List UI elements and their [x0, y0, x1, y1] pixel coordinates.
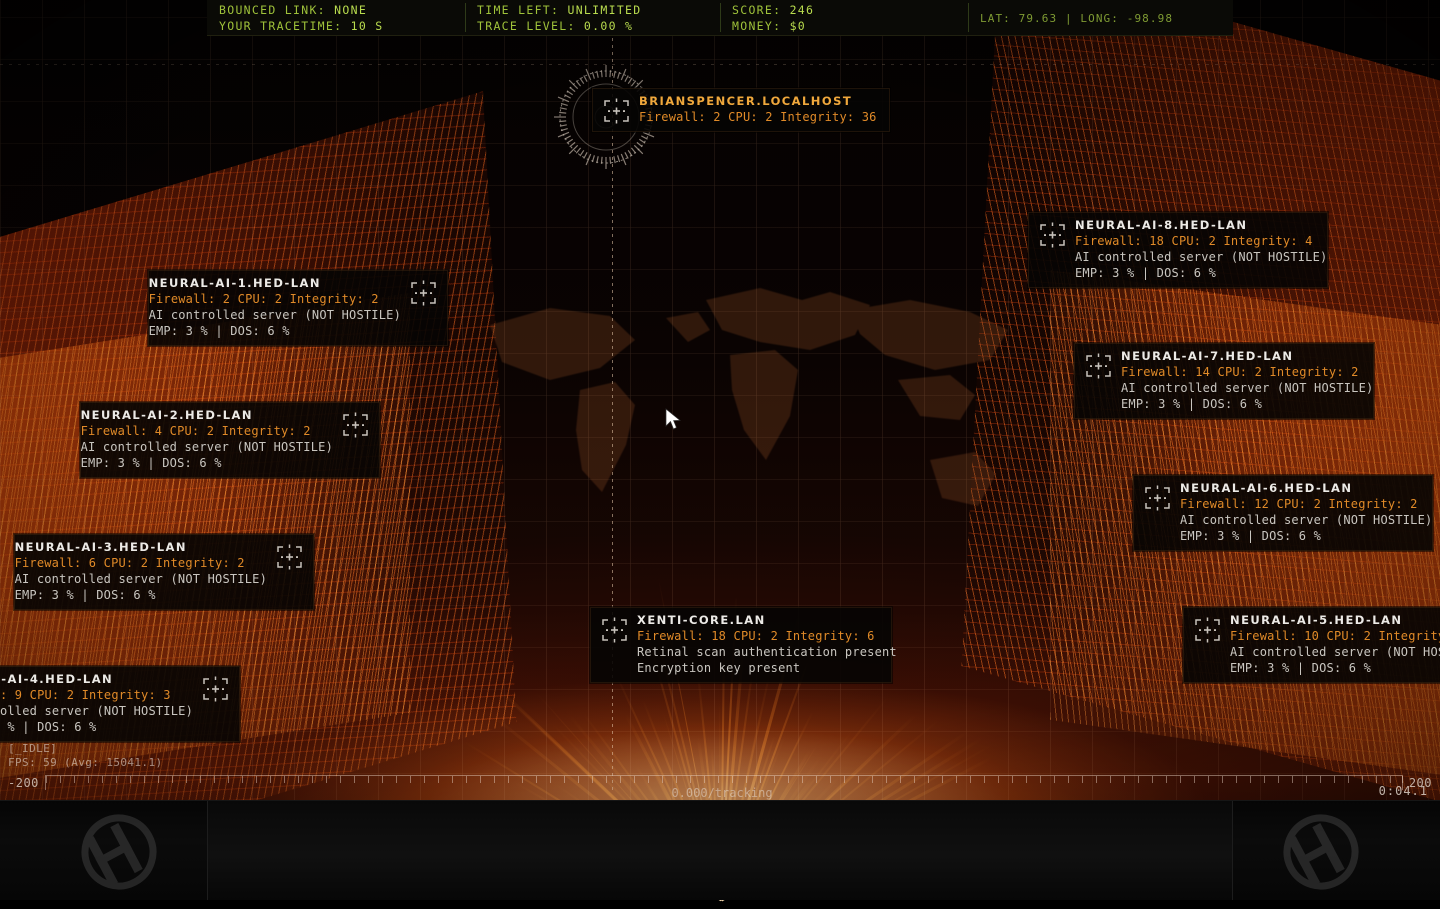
node-info: NEURAL-AI-8.HED-LANFirewall: 18 CPU: 2 I…	[1075, 218, 1327, 281]
trace-level-value: 0.00 %	[584, 19, 633, 33]
node-info: L-AI-4.HED-LANl: 9 CPU: 2 Integrity: 3ro…	[0, 672, 193, 735]
node-description: rolled server (NOT HOSTILE)	[0, 703, 193, 719]
node-info: XENTI-CORE.LANFirewall: 18 CPU: 2 Integr…	[637, 613, 897, 676]
node-info: NEURAL-AI-6.HED-LANFirewall: 12 CPU: 2 I…	[1180, 481, 1432, 544]
status-group-link: Bounced link: NONE Your tracetime: 10 s	[207, 0, 465, 35]
bottom-toolbar	[0, 800, 1440, 900]
node-title: XENTI-CORE.LAN	[637, 613, 897, 628]
node-firewall-stats: l: 9 CPU: 2 Integrity: 3	[0, 687, 193, 703]
node-title: NEURAL-AI-6.HED-LAN	[1180, 481, 1432, 496]
target-crosshair-icon	[342, 412, 369, 438]
node-firewall-stats: Firewall: 6 CPU: 2 Integrity: 2	[15, 555, 267, 571]
node-info: NEURAL-AI-1.HED-LANFirewall: 2 CPU: 2 In…	[149, 276, 401, 339]
score-value: 246	[790, 3, 815, 17]
node-emp-dos: EMP: 3 % | DOS: 6 %	[1230, 660, 1440, 676]
node-description: AI controlled server (NOT HOSTILE)	[81, 439, 333, 455]
node-info: NEURAL-AI-2.HED-LANFirewall: 4 CPU: 2 In…	[81, 408, 333, 471]
tracetime-value: 10 s	[351, 19, 384, 33]
node-popup-neural-ai-1[interactable]: NEURAL-AI-1.HED-LANFirewall: 2 CPU: 2 In…	[148, 270, 448, 346]
hed-logo-left-icon	[44, 809, 194, 895]
node-title: NEURAL-AI-2.HED-LAN	[81, 408, 333, 423]
bounced-link-line: Bounced link: NONE	[219, 2, 465, 18]
target-crosshair-icon	[410, 280, 437, 306]
tracetime-label: Your tracetime:	[219, 19, 342, 33]
node-firewall-stats: Firewall: 4 CPU: 2 Integrity: 2	[81, 423, 333, 439]
target-crosshair-icon	[1085, 353, 1112, 379]
node-title: NEURAL-AI-8.HED-LAN	[1075, 218, 1327, 233]
node-description: AI controlled server (NOT HOSTILE)	[1075, 249, 1327, 265]
target-crosshair-icon	[1194, 617, 1221, 643]
node-title: NEURAL-AI-3.HED-LAN	[15, 540, 267, 555]
game-viewport[interactable]: BRIANSPENCER.LOCALHOSTFirewall: 2 CPU: 2…	[0, 0, 1440, 900]
node-popup-neural-ai-6[interactable]: NEURAL-AI-6.HED-LANFirewall: 12 CPU: 2 I…	[1133, 475, 1433, 551]
node-title: NEURAL-AI-1.HED-LAN	[149, 276, 401, 291]
node-title: BRIANSPENCER.LOCALHOST	[639, 94, 877, 109]
target-crosshair-icon	[1039, 222, 1066, 248]
status-group-coordinates: LAT: 79.63 | LONG: -98.98	[968, 0, 1233, 35]
node-popup-brianspencer-localhost[interactable]: BRIANSPENCER.LOCALHOSTFirewall: 2 CPU: 2…	[592, 88, 890, 132]
status-bar: Bounced link: NONE Your tracetime: 10 s …	[207, 0, 1233, 36]
node-emp-dos: EMP: 3 % | DOS: 6 %	[1180, 528, 1432, 544]
money-line: Money: $0	[732, 18, 968, 34]
node-title: L-AI-4.HED-LAN	[0, 672, 193, 687]
time-left-line: Time left: UNLIMITED	[477, 2, 720, 18]
node-info: NEURAL-AI-7.HED-LANFirewall: 14 CPU: 2 I…	[1121, 349, 1373, 412]
hed-logo-right-icon	[1246, 809, 1396, 895]
node-popup-neural-ai-5[interactable]: NEURAL-AI-5.HED-LANFirewall: 10 CPU: 2 I…	[1183, 607, 1440, 683]
node-firewall-stats: Firewall: 18 CPU: 2 Integrity: 6	[637, 628, 897, 644]
node-emp-dos: EMP: 3 % | DOS: 6 %	[149, 323, 401, 339]
trace-level-line: Trace level: 0.00 %	[477, 18, 720, 34]
node-info: BRIANSPENCER.LOCALHOSTFirewall: 2 CPU: 2…	[639, 94, 877, 125]
node-description: Retinal scan authentication present	[637, 644, 897, 660]
node-popup-neural-ai-2[interactable]: NEURAL-AI-2.HED-LANFirewall: 4 CPU: 2 In…	[80, 402, 380, 478]
money-label: Money:	[732, 19, 781, 33]
status-group-time: Time left: UNLIMITED Trace level: 0.00 %	[465, 0, 720, 35]
node-description: AI controlled server (NOT HOSTIL	[1230, 644, 1440, 660]
target-crosshair-icon	[1144, 485, 1171, 511]
node-emp-dos: EMP: 3 % | DOS: 6 %	[1121, 396, 1373, 412]
time-left-label: Time left:	[477, 3, 559, 17]
node-description: AI controlled server (NOT HOSTILE)	[1121, 380, 1373, 396]
time-left-value: UNLIMITED	[567, 3, 641, 17]
node-emp-dos: 3 % | DOS: 6 %	[0, 719, 193, 735]
node-description: AI controlled server (NOT HOSTILE)	[149, 307, 401, 323]
bounced-link-label: Bounced link:	[219, 3, 326, 17]
trace-level-label: Trace level:	[477, 19, 576, 33]
node-emp-dos: EMP: 3 % | DOS: 6 %	[1075, 265, 1327, 281]
node-info: NEURAL-AI-5.HED-LANFirewall: 10 CPU: 2 I…	[1230, 613, 1440, 676]
toolbar-center-panel	[207, 801, 1233, 900]
status-group-score: Score: 246 Money: $0	[720, 0, 968, 35]
node-firewall-stats: Firewall: 2 CPU: 2 Integrity: 2	[149, 291, 401, 307]
node-info: NEURAL-AI-3.HED-LANFirewall: 6 CPU: 2 In…	[15, 540, 267, 603]
target-crosshair-icon	[202, 676, 229, 702]
node-description: AI controlled server (NOT HOSTILE)	[15, 571, 267, 587]
node-title: NEURAL-AI-5.HED-LAN	[1230, 613, 1440, 628]
bounced-link-value: NONE	[334, 3, 367, 17]
node-firewall-stats: Firewall: 12 CPU: 2 Integrity: 2	[1180, 496, 1432, 512]
node-popup-neural-ai-4[interactable]: L-AI-4.HED-LANl: 9 CPU: 2 Integrity: 3ro…	[0, 666, 240, 742]
score-line: Score: 246	[732, 2, 968, 18]
node-firewall-stats: Firewall: 10 CPU: 2 Integrity: 2	[1230, 628, 1440, 644]
node-title: NEURAL-AI-7.HED-LAN	[1121, 349, 1373, 364]
node-popup-neural-ai-7[interactable]: NEURAL-AI-7.HED-LANFirewall: 14 CPU: 2 I…	[1074, 343, 1374, 419]
node-popup-neural-ai-8[interactable]: NEURAL-AI-8.HED-LANFirewall: 18 CPU: 2 I…	[1028, 212, 1328, 288]
tracetime-line: Your tracetime: 10 s	[219, 18, 465, 34]
node-firewall-stats: Firewall: 18 CPU: 2 Integrity: 4	[1075, 233, 1327, 249]
money-value: $0	[790, 19, 806, 33]
score-label: Score:	[732, 3, 781, 17]
node-emp-dos: Encryption key present	[637, 660, 897, 676]
node-firewall-stats: Firewall: 14 CPU: 2 Integrity: 2	[1121, 364, 1373, 380]
node-description: AI controlled server (NOT HOSTILE)	[1180, 512, 1432, 528]
target-crosshair-icon	[601, 617, 628, 643]
target-crosshair-icon	[276, 544, 303, 570]
node-firewall-stats: Firewall: 2 CPU: 2 Integrity: 36	[639, 109, 877, 125]
lat-long-line: LAT: 79.63 | LONG: -98.98	[980, 11, 1173, 27]
node-popup-xenti-core[interactable]: XENTI-CORE.LANFirewall: 18 CPU: 2 Integr…	[590, 607, 892, 683]
node-popup-neural-ai-3[interactable]: NEURAL-AI-3.HED-LANFirewall: 6 CPU: 2 In…	[14, 534, 314, 610]
target-crosshair-icon	[603, 98, 630, 124]
node-emp-dos: EMP: 3 % | DOS: 6 %	[15, 587, 267, 603]
node-emp-dos: EMP: 3 % | DOS: 6 %	[81, 455, 333, 471]
